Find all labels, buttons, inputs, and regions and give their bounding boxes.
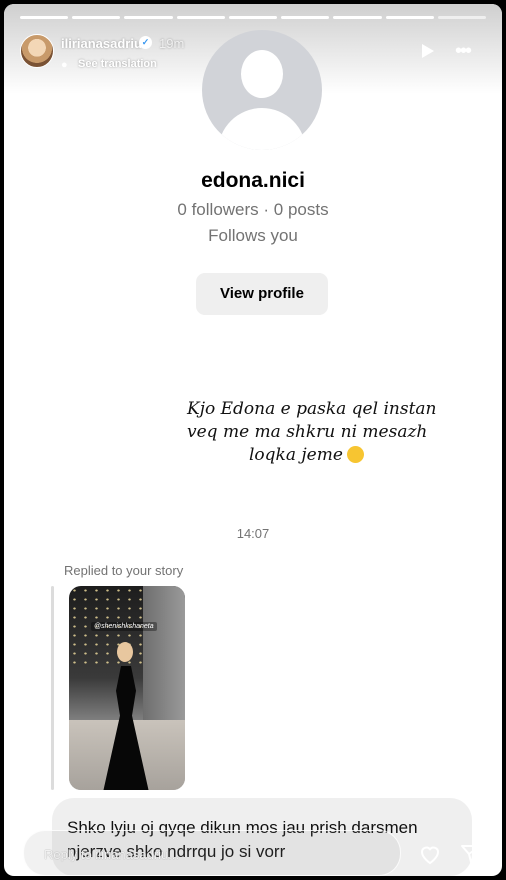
author-avatar[interactable] xyxy=(20,34,54,68)
reply-placeholder: Reply to ilirianasadriu... xyxy=(44,847,180,862)
progress-segment xyxy=(333,16,382,19)
caption-line: Kjo Edona e paska qel instan xyxy=(187,399,437,419)
progress-segment xyxy=(385,16,434,19)
reply-indicator-line xyxy=(51,586,54,790)
caption-line-3: loqka jeme xyxy=(187,444,467,467)
progress-segment xyxy=(20,16,69,19)
progress-segment xyxy=(281,16,330,19)
heart-icon[interactable] xyxy=(417,842,443,866)
replied-to-story-label: Replied to your story xyxy=(64,563,184,578)
progress-segment xyxy=(124,16,173,19)
progress-segment xyxy=(228,16,278,19)
verified-badge-icon: ✓ xyxy=(139,36,152,49)
send-icon[interactable] xyxy=(459,842,483,866)
woman-head xyxy=(117,642,133,662)
story-time-ago: 19m xyxy=(159,36,185,51)
message-timestamp: 14:07 xyxy=(236,526,270,541)
laughing-emoji-icon xyxy=(346,446,364,463)
profile-stats: 0 followers · 0 posts xyxy=(177,200,329,219)
view-profile-button[interactable]: View profile xyxy=(196,273,328,315)
story-frame: ilirianasadriu ✓ 19m ● See translation •… xyxy=(4,4,502,876)
progress-segment xyxy=(72,16,121,19)
avatar-head-silhouette xyxy=(241,50,283,98)
story-caption: Kjo Edona e paska qel instan veq me ma s… xyxy=(187,398,467,467)
progress-segment xyxy=(176,16,225,19)
caption-line: veq me ma shkru ni mesazh xyxy=(187,422,428,442)
follows-you-label: Follows you xyxy=(208,226,298,245)
author-username[interactable]: ilirianasadriu xyxy=(61,36,142,51)
replied-story-thumbnail[interactable]: @shenishkshaneta xyxy=(69,586,185,790)
stone-wall xyxy=(143,586,185,736)
caption-line: loqka jeme xyxy=(249,445,343,465)
profile-username: edona.nici xyxy=(201,169,305,192)
play-icon[interactable] xyxy=(422,44,434,58)
more-options-icon[interactable]: ••• xyxy=(455,41,472,61)
story-progress-bar xyxy=(20,16,486,19)
profile-avatar-placeholder xyxy=(202,30,322,150)
avatar-body-silhouette xyxy=(218,108,306,150)
story-mention-tag: @shenishkshaneta xyxy=(91,622,157,631)
globe-icon: ● xyxy=(61,59,68,71)
see-translation-link[interactable]: See translation xyxy=(78,58,157,70)
progress-segment-current xyxy=(437,16,486,19)
